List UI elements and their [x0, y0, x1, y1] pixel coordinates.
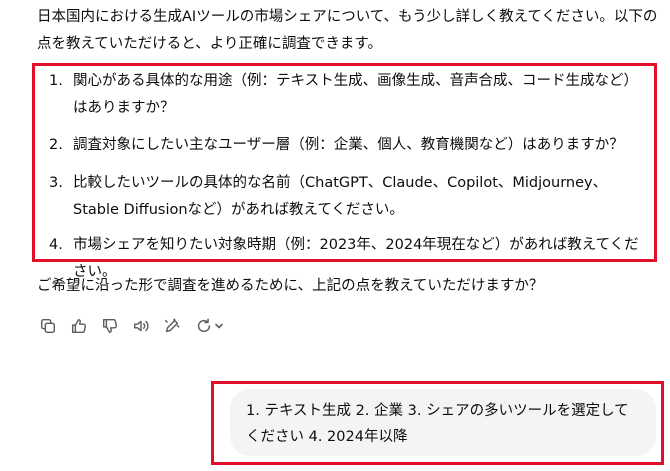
question-number: 4. — [49, 237, 63, 253]
edit-in-canvas-button[interactable] — [161, 315, 183, 337]
edit-canvas-icon — [164, 318, 180, 333]
chevron-down-icon — [214, 323, 223, 329]
question-number: 1. — [49, 73, 63, 89]
copy-icon — [40, 318, 56, 334]
copy-button[interactable] — [37, 315, 59, 337]
question-text: 比較したいツールの具体的な名前（ChatGPT、Claude、Copilot、M… — [73, 175, 608, 218]
good-response-button[interactable] — [68, 315, 90, 337]
assistant-closing-text: ご希望に沿った形で調査を進めるために、上記の点を教えていただけますか？ — [37, 278, 544, 294]
thumbs-up-icon — [71, 318, 87, 334]
read-aloud-button[interactable] — [130, 315, 152, 337]
regenerate-icon — [197, 318, 210, 333]
message-action-bar — [37, 315, 235, 337]
user-message-highlight-box: 1. テキスト生成 2. 企業 3. シェアの多いツールを選定してください 4.… — [211, 381, 664, 465]
assistant-intro-text: 日本国内における生成AIツールの市場シェアについて、もう少し詳しく教えてください… — [37, 9, 658, 52]
thumbs-down-icon — [102, 318, 118, 334]
question-text: 調査対象にしたい主なユーザー層（例：企業、個人、教育機関など）はありますか？ — [73, 137, 624, 153]
bad-response-button[interactable] — [99, 315, 121, 337]
question-number: 2. — [49, 137, 63, 153]
regenerate-button[interactable] — [192, 315, 226, 337]
user-message-bubble: 1. テキスト生成 2. 企業 3. シェアの多いツールを選定してください 4.… — [230, 389, 656, 456]
question-number: 3. — [49, 175, 63, 191]
question-text: 関心がある具体的な用途（例：テキスト生成、画像生成、音声合成、コード生成など）は… — [73, 73, 639, 116]
questions-highlight-box: 1. 関心がある具体的な用途（例：テキスト生成、画像生成、音声合成、コード生成な… — [32, 63, 657, 280]
read-aloud-icon — [133, 320, 149, 332]
